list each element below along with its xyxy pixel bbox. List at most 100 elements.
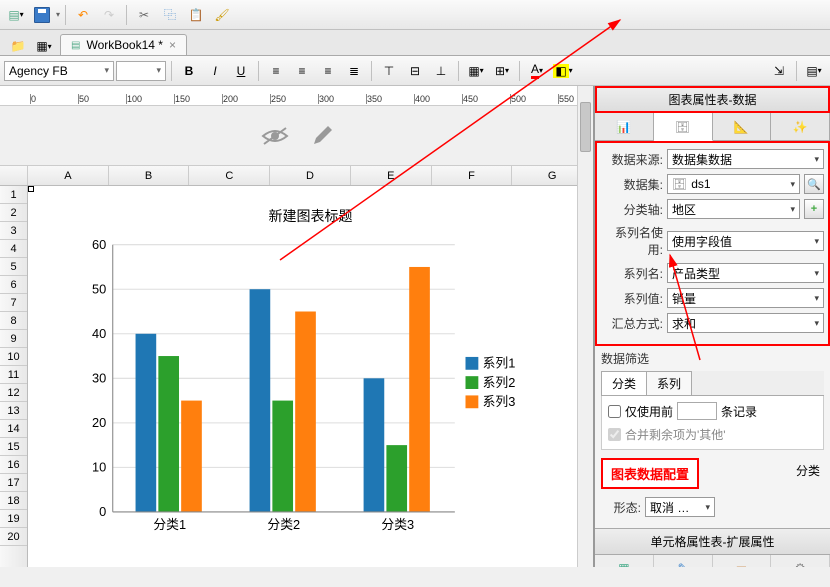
shape-select[interactable]: 取消 …▾	[645, 497, 715, 517]
border-button[interactable]: ▦▾	[464, 59, 488, 83]
paste-button[interactable]: 📋	[184, 3, 208, 27]
records-label: 条记录	[721, 403, 757, 420]
row-header[interactable]: 8	[0, 312, 27, 330]
svg-text:分类2: 分类2	[267, 517, 300, 532]
menu-button[interactable]: ▤▾	[802, 59, 826, 83]
resize-handle[interactable]	[28, 186, 34, 192]
save-button[interactable]	[30, 3, 54, 27]
series-name-use-select[interactable]: 使用字段值▾	[667, 231, 824, 251]
col-header[interactable]: E	[351, 166, 432, 185]
svg-text:30: 30	[92, 371, 106, 386]
record-count-input[interactable]	[677, 402, 717, 420]
data-source-label: 数据来源:	[601, 151, 663, 168]
row-headers: 1234567891011121314151617181920	[0, 186, 28, 567]
tab-data-icon[interactable]: 🗄	[654, 113, 713, 141]
dataset-search-button[interactable]: 🔍	[804, 174, 824, 194]
grid-button[interactable]: ▦▾	[32, 34, 56, 58]
filter-title: 数据筛选	[595, 346, 830, 371]
category-axis-label: 分类轴:	[601, 201, 663, 218]
row-header[interactable]: 20	[0, 528, 27, 546]
row-header[interactable]: 17	[0, 474, 27, 492]
vertical-scrollbar[interactable]	[577, 86, 593, 567]
cell-tab-3[interactable]: ▭	[713, 555, 772, 567]
pencil-icon	[310, 124, 334, 148]
row-header[interactable]: 3	[0, 222, 27, 240]
font-family-select[interactable]: Agency FB▾	[4, 61, 114, 81]
summary-select[interactable]: 求和▾	[667, 313, 824, 333]
row-header[interactable]: 14	[0, 420, 27, 438]
undo-button[interactable]: ↶	[71, 3, 95, 27]
cell-tab-2[interactable]: ✎	[654, 555, 713, 567]
col-header[interactable]: D	[270, 166, 351, 185]
font-size-select[interactable]: ▾	[116, 61, 166, 81]
col-header[interactable]: C	[189, 166, 270, 185]
row-header[interactable]: 10	[0, 348, 27, 366]
valign-bot-button[interactable]: ⊥	[429, 59, 453, 83]
data-source-select[interactable]: 数据集数据▾	[667, 149, 824, 169]
tab-effect-icon[interactable]: ✨	[771, 113, 830, 140]
tab-chart-icon[interactable]: 📊	[595, 113, 654, 140]
align-right-button[interactable]: ≡	[316, 59, 340, 83]
row-header[interactable]: 15	[0, 438, 27, 456]
merge-button[interactable]: ⊞▾	[490, 59, 514, 83]
chart-title: 新建图表标题	[38, 206, 583, 226]
underline-button[interactable]: U	[229, 59, 253, 83]
row-header[interactable]: 1	[0, 186, 27, 204]
dataset-select[interactable]: 🗄ds1▾	[667, 174, 800, 194]
row-header[interactable]: 11	[0, 366, 27, 384]
filter-tab-category[interactable]: 分类	[601, 371, 647, 395]
row-header[interactable]: 19	[0, 510, 27, 528]
cell-panel-tabs: ▦ ✎ ▭ ⚙	[595, 555, 830, 567]
close-tab-icon[interactable]: ×	[169, 38, 176, 52]
open-button[interactable]: 📁	[6, 34, 30, 58]
row-header[interactable]: 2	[0, 204, 27, 222]
redo-button[interactable]: ↷	[97, 3, 121, 27]
col-header[interactable]: B	[109, 166, 190, 185]
series-name-label: 系列名:	[601, 265, 663, 282]
panel-tabs: 📊 🗄 📐 ✨	[595, 113, 830, 141]
valign-top-button[interactable]: ⊤	[377, 59, 401, 83]
new-doc-button[interactable]: ▤▾	[4, 3, 28, 27]
series-name-select[interactable]: 产品类型▾	[667, 263, 824, 283]
filter-tab-series[interactable]: 系列	[646, 371, 692, 395]
category-axis-select[interactable]: 地区▾	[667, 199, 800, 219]
bg-color-button[interactable]: ◧▾	[551, 59, 575, 83]
chart-object[interactable]: 新建图表标题 0102030405060分类1分类2分类3系列1系列2系列3	[28, 186, 593, 567]
italic-button[interactable]: I	[203, 59, 227, 83]
row-header[interactable]: 4	[0, 240, 27, 258]
only-use-first-checkbox[interactable]	[608, 405, 621, 418]
valign-mid-button[interactable]: ⊟	[403, 59, 427, 83]
tab-style-icon[interactable]: 📐	[713, 113, 772, 140]
row-header[interactable]: 9	[0, 330, 27, 348]
align-left-button[interactable]: ≡	[264, 59, 288, 83]
cell-tab-1[interactable]: ▦	[595, 555, 654, 567]
category-add-button[interactable]: +	[804, 199, 824, 219]
row-header[interactable]: 5	[0, 258, 27, 276]
align-center-button[interactable]: ≡	[290, 59, 314, 83]
merge-rest-checkbox	[608, 428, 621, 441]
export-button[interactable]: ⇲	[767, 59, 791, 83]
filter-body: 仅使用前 条记录 合并剩余项为'其他'	[601, 396, 824, 450]
copy-button[interactable]: ⿻	[158, 3, 182, 27]
row-header[interactable]: 12	[0, 384, 27, 402]
cell-tab-4[interactable]: ⚙	[771, 555, 830, 567]
brush-button[interactable]: 🖌	[210, 3, 234, 27]
row-header[interactable]: 6	[0, 276, 27, 294]
horizontal-ruler: 050100150200250300350400450500550	[0, 86, 593, 106]
series-value-select[interactable]: 销量▾	[667, 288, 824, 308]
svg-text:分类3: 分类3	[381, 517, 414, 532]
cut-button[interactable]: ✂	[132, 3, 156, 27]
row-header[interactable]: 7	[0, 294, 27, 312]
workbook-tab-label: WorkBook14 *	[86, 38, 162, 52]
row-header[interactable]: 13	[0, 402, 27, 420]
canvas-placeholder	[0, 106, 593, 166]
row-header[interactable]: 16	[0, 456, 27, 474]
workbook-tab[interactable]: ▤ WorkBook14 * ×	[60, 34, 187, 55]
font-color-button[interactable]: A▾	[525, 59, 549, 83]
dataset-label: 数据集:	[601, 176, 663, 193]
col-header[interactable]: A	[28, 166, 109, 185]
bold-button[interactable]: B	[177, 59, 201, 83]
row-header[interactable]: 18	[0, 492, 27, 510]
col-header[interactable]: F	[432, 166, 513, 185]
align-justify-button[interactable]: ≣	[342, 59, 366, 83]
